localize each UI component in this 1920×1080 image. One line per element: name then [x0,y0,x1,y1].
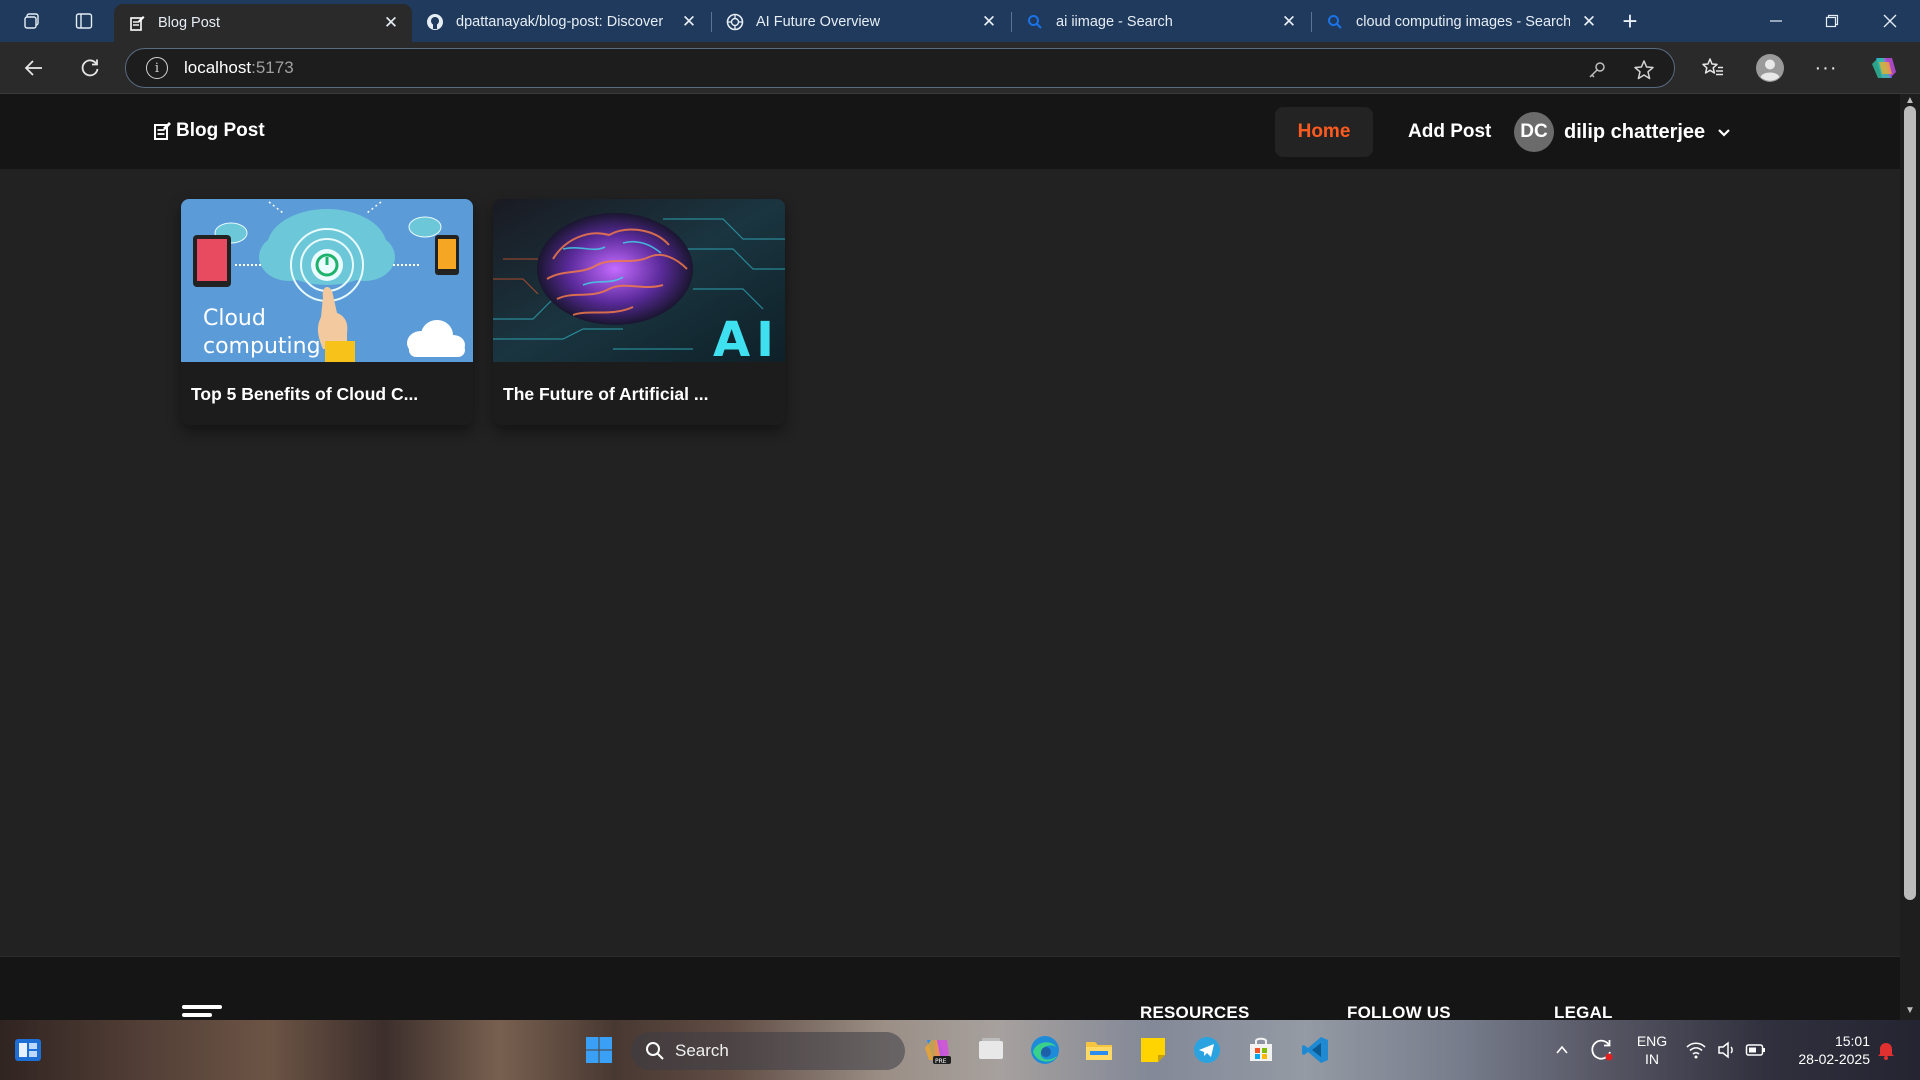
tab-blog-post[interactable]: Blog Post ✕ [114,4,412,42]
widgets-icon[interactable] [10,1032,46,1068]
blog-logo-icon [154,122,171,140]
notifications-bell-icon[interactable] [1868,1032,1904,1068]
svg-text:PRE: PRE [935,1058,947,1065]
back-icon[interactable] [16,50,52,86]
close-tab-icon[interactable]: ✕ [980,12,998,32]
image-caption-line: computing [203,334,321,359]
app-navbar: Blog Post Home Add Post DC dilip chatter… [0,94,1900,169]
new-tab-button[interactable]: + [1615,6,1645,36]
copilot-pre-icon[interactable]: PRE [919,1032,955,1068]
scroll-up-arrow-icon[interactable]: ▲ [1905,96,1915,106]
restore-icon[interactable] [1804,0,1860,42]
scrollbar-thumb[interactable] [1904,106,1916,900]
clock-date: 28-02-2025 [1798,1051,1870,1067]
sticky-notes-icon[interactable] [1135,1032,1171,1068]
clock[interactable]: 15:01 28-02-2025 [1778,1032,1870,1068]
telegram-icon[interactable] [1189,1032,1225,1068]
user-name: dilip chatterjee [1564,120,1706,143]
microsoft-store-icon[interactable] [1243,1032,1279,1068]
browser-tab-strip: Blog Post ✕ dpattanayak/blog-post: Disco… [0,0,1920,42]
vscode-icon[interactable] [1297,1032,1333,1068]
show-hidden-icons-icon[interactable] [1544,1032,1580,1068]
tab-ai-image-search[interactable]: ai iimage - Search ✕ [1012,4,1310,40]
post-card[interactable]: Cloud computing Top 5 Benefits of Cloud … [181,199,473,425]
chatgpt-icon [726,13,744,31]
github-icon [426,13,444,31]
brand-link[interactable]: Blog Post [154,120,265,142]
clock-time: 15:01 [1834,1033,1870,1049]
more-options-icon[interactable]: ··· [1808,50,1844,86]
search-icon [1326,13,1344,31]
sync-status-icon[interactable] [1584,1032,1620,1068]
input-language-indicator[interactable]: ENG IN [1632,1032,1672,1068]
tab-title: Blog Post [158,15,221,31]
tab-ai-future[interactable]: AI Future Overview ✕ [712,4,1010,40]
address-bar[interactable]: i localhost:5173 [125,48,1675,88]
blog-post-icon [128,14,146,32]
brand-name: Blog Post [176,120,265,141]
tab-title: cloud computing images - Search [1356,14,1570,30]
image-caption-line: Cloud [203,306,266,331]
close-tab-icon[interactable]: ✕ [1580,12,1598,32]
tab-github[interactable]: dpattanayak/blog-post: Discover ✕ [412,4,710,40]
nav-add-post-link[interactable]: Add Post [1394,107,1505,157]
chevron-down-icon [1718,129,1730,137]
file-explorer-icon[interactable] [1081,1032,1117,1068]
search-icon [646,1042,664,1060]
browser-toolbar: i localhost:5173 ··· [0,42,1920,94]
tab-title: AI Future Overview [756,14,881,30]
copilot-icon[interactable] [1866,50,1902,86]
cloud-computing-image: Cloud computing [181,199,473,362]
tab-actions-icon[interactable] [56,0,112,42]
ai-brain-image: AI [493,199,785,362]
tab-title: dpattanayak/blog-post: Discover [456,14,664,30]
post-title[interactable]: The Future of Artificial ... [503,384,708,405]
site-info-icon[interactable]: i [146,57,168,79]
tab-title: ai iimage - Search [1056,14,1173,30]
task-view-icon[interactable] [973,1032,1009,1068]
tab-cloud-search[interactable]: cloud computing images - Search ✕ [1312,4,1610,40]
post-card[interactable]: AI The Future of Artificial ... [493,199,785,425]
close-tab-icon[interactable]: ✕ [1280,12,1298,32]
workspaces-icon[interactable] [4,0,60,42]
favorites-icon[interactable] [1695,50,1731,86]
site-footer: RESOURCES FOLLOW US LEGAL [0,956,1900,1022]
avatar: DC [1514,112,1554,152]
page-scrollbar[interactable]: ▲ ▼ [1900,94,1920,1020]
windows-taskbar: Search PRE ENG IN 15:01 28-02-2025 [0,1020,1920,1080]
image-caption-line: AI [713,312,780,362]
taskbar-search-box[interactable]: Search [631,1032,905,1070]
close-window-icon[interactable] [1862,0,1918,42]
nav-home-link[interactable]: Home [1275,107,1373,157]
edge-browser-icon[interactable] [1027,1032,1063,1068]
minimize-icon[interactable] [1748,0,1804,42]
favorite-star-icon[interactable] [1629,55,1659,85]
footer-logo-icon [182,1005,222,1017]
profile-icon[interactable] [1752,50,1788,86]
start-icon[interactable] [581,1032,617,1068]
post-title[interactable]: Top 5 Benefits of Cloud C... [191,384,418,405]
user-menu[interactable]: DC dilip chatterjee [1514,111,1731,153]
scroll-down-arrow-icon[interactable]: ▼ [1905,1006,1915,1016]
battery-icon[interactable] [1738,1032,1774,1068]
taskbar-search-label: Search [675,1041,729,1060]
close-tab-icon[interactable]: ✕ [680,12,698,32]
search-icon [1026,13,1044,31]
close-tab-icon[interactable]: ✕ [382,13,400,33]
address-url: localhost:5173 [184,58,294,77]
refresh-icon[interactable] [72,50,108,86]
password-key-icon[interactable] [1582,55,1612,85]
